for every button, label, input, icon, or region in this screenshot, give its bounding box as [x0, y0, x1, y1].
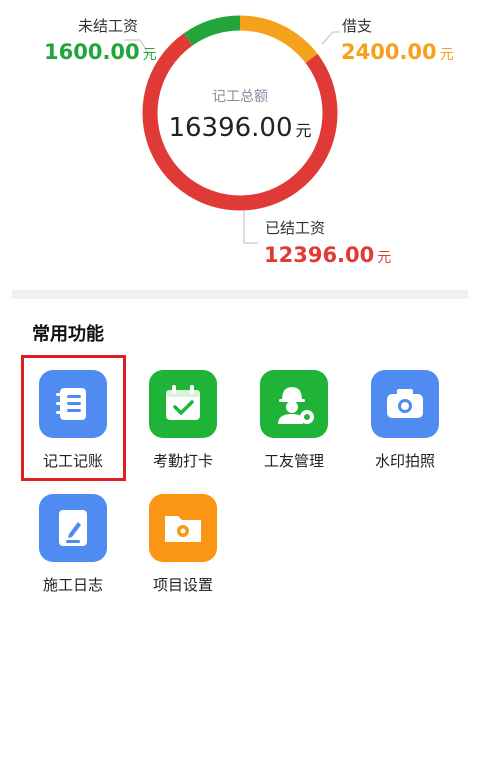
folder-gear-icon: [149, 494, 217, 562]
worker-gear-icon: [260, 370, 328, 438]
total-amount: 16396.00 元: [168, 113, 312, 143]
tile-worker-management-label: 工友管理: [263, 452, 324, 470]
advance-label: 借支: [342, 17, 373, 35]
pen-document-icon: [39, 494, 107, 562]
selected-highlight-frame: [21, 355, 126, 481]
camera-icon: [371, 370, 439, 438]
common-functions-title: 常用功能: [32, 324, 104, 345]
unsettled-wage-value: 1600.00 元: [44, 40, 157, 64]
tile-project-settings[interactable]: 项目设置: [138, 494, 228, 595]
tile-construction-log[interactable]: 施工日志: [28, 494, 118, 595]
donut-segment-advance: [239, 15, 318, 64]
section-divider: [12, 290, 468, 299]
settled-wage-label: 已结工资: [265, 219, 326, 237]
advance-leader-line: [321, 31, 340, 45]
donut-segment-unsettled: [183, 15, 241, 46]
total-label: 记工总额: [212, 89, 268, 105]
tile-worker-management[interactable]: 工友管理: [249, 370, 339, 471]
tile-attendance[interactable]: 考勤打卡: [138, 370, 228, 471]
tile-watermark-photo[interactable]: 水印拍照: [360, 370, 450, 471]
advance-value: 2400.00 元: [341, 40, 454, 64]
tile-attendance-label: 考勤打卡: [152, 452, 213, 470]
settled-leader-line: [243, 210, 258, 244]
tile-construction-log-label: 施工日志: [42, 576, 103, 594]
calendar-check-icon: [149, 370, 217, 438]
unsettled-wage-label: 未结工资: [78, 17, 139, 35]
tile-project-settings-label: 项目设置: [152, 576, 213, 594]
tile-watermark-photo-label: 水印拍照: [374, 452, 435, 470]
settled-wage-value: 12396.00 元: [264, 243, 392, 267]
